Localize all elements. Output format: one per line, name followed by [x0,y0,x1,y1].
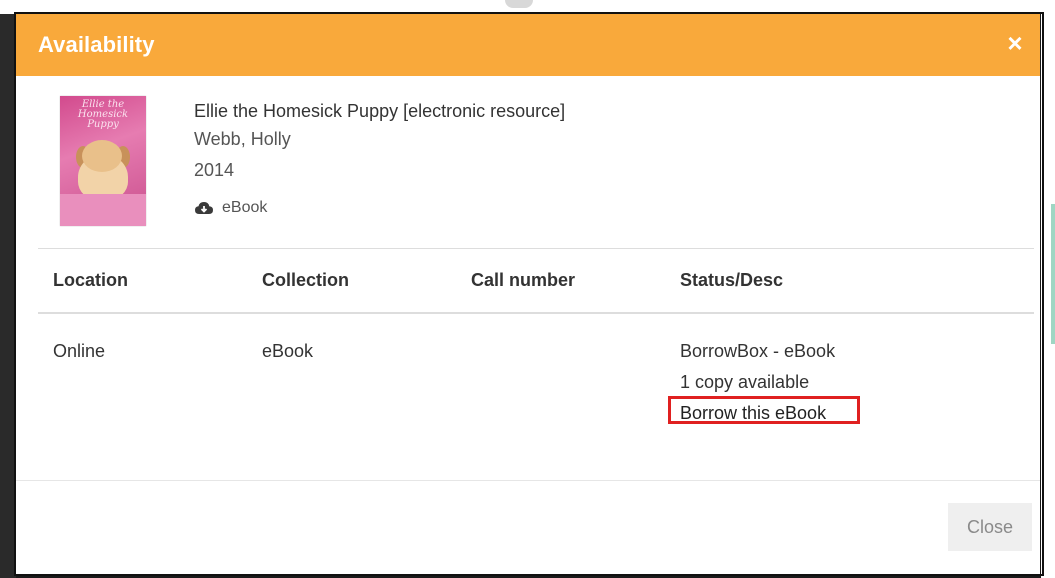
status-provider: BorrowBox - eBook [680,341,836,361]
column-header-call-number: Call number [471,270,576,290]
table-row: Online eBook BorrowBox - eBook 1 copy av… [38,314,1034,484]
close-button[interactable]: Close [948,503,1032,551]
record-summary: Ellie the Homesick Puppy Ellie the Homes… [16,76,1040,248]
column-header-status: Status/Desc [680,270,784,290]
backdrop-accent [1051,204,1055,344]
column-header-location: Location [53,270,128,290]
availability-modal: Availability × Ellie the Homesick Puppy … [16,14,1040,574]
modal-footer: Close [16,480,1040,574]
cell-status: BorrowBox - eBook 1 copy available Borro… [668,336,860,429]
cloud-download-icon [195,202,213,214]
cell-location: Online [53,341,106,361]
status-availability: 1 copy available [680,372,810,392]
borrow-ebook-label: Borrow this eBook [680,403,827,423]
cover-title: Ellie the Homesick Puppy [77,99,129,130]
backdrop-top [0,0,1055,14]
book-cover-image[interactable]: Ellie the Homesick Puppy [60,96,146,226]
record-format-label: eBook [222,199,268,216]
record-title[interactable]: Ellie the Homesick Puppy [electronic res… [194,100,565,122]
modal-header: Availability × [16,14,1040,76]
record-meta: Ellie the Homesick Puppy [electronic res… [194,100,565,217]
backdrop-right [1041,14,1055,578]
table-header-row: Location Collection Call number Status/D… [38,248,1034,314]
close-icon[interactable]: × [1000,28,1030,58]
cover-art [60,194,146,226]
modal-title: Availability [38,32,155,57]
borrow-ebook-link[interactable]: Borrow this eBook [668,396,860,429]
cover-art [82,140,122,172]
backdrop-tab [505,0,533,8]
record-author: Webb, Holly [194,129,291,149]
column-header-collection: Collection [262,270,350,290]
record-format: eBook [194,199,565,217]
backdrop-left [0,0,16,578]
holdings-table: Location Collection Call number Status/D… [38,248,1034,484]
record-year: 2014 [194,160,235,180]
cell-collection: eBook [262,341,314,361]
